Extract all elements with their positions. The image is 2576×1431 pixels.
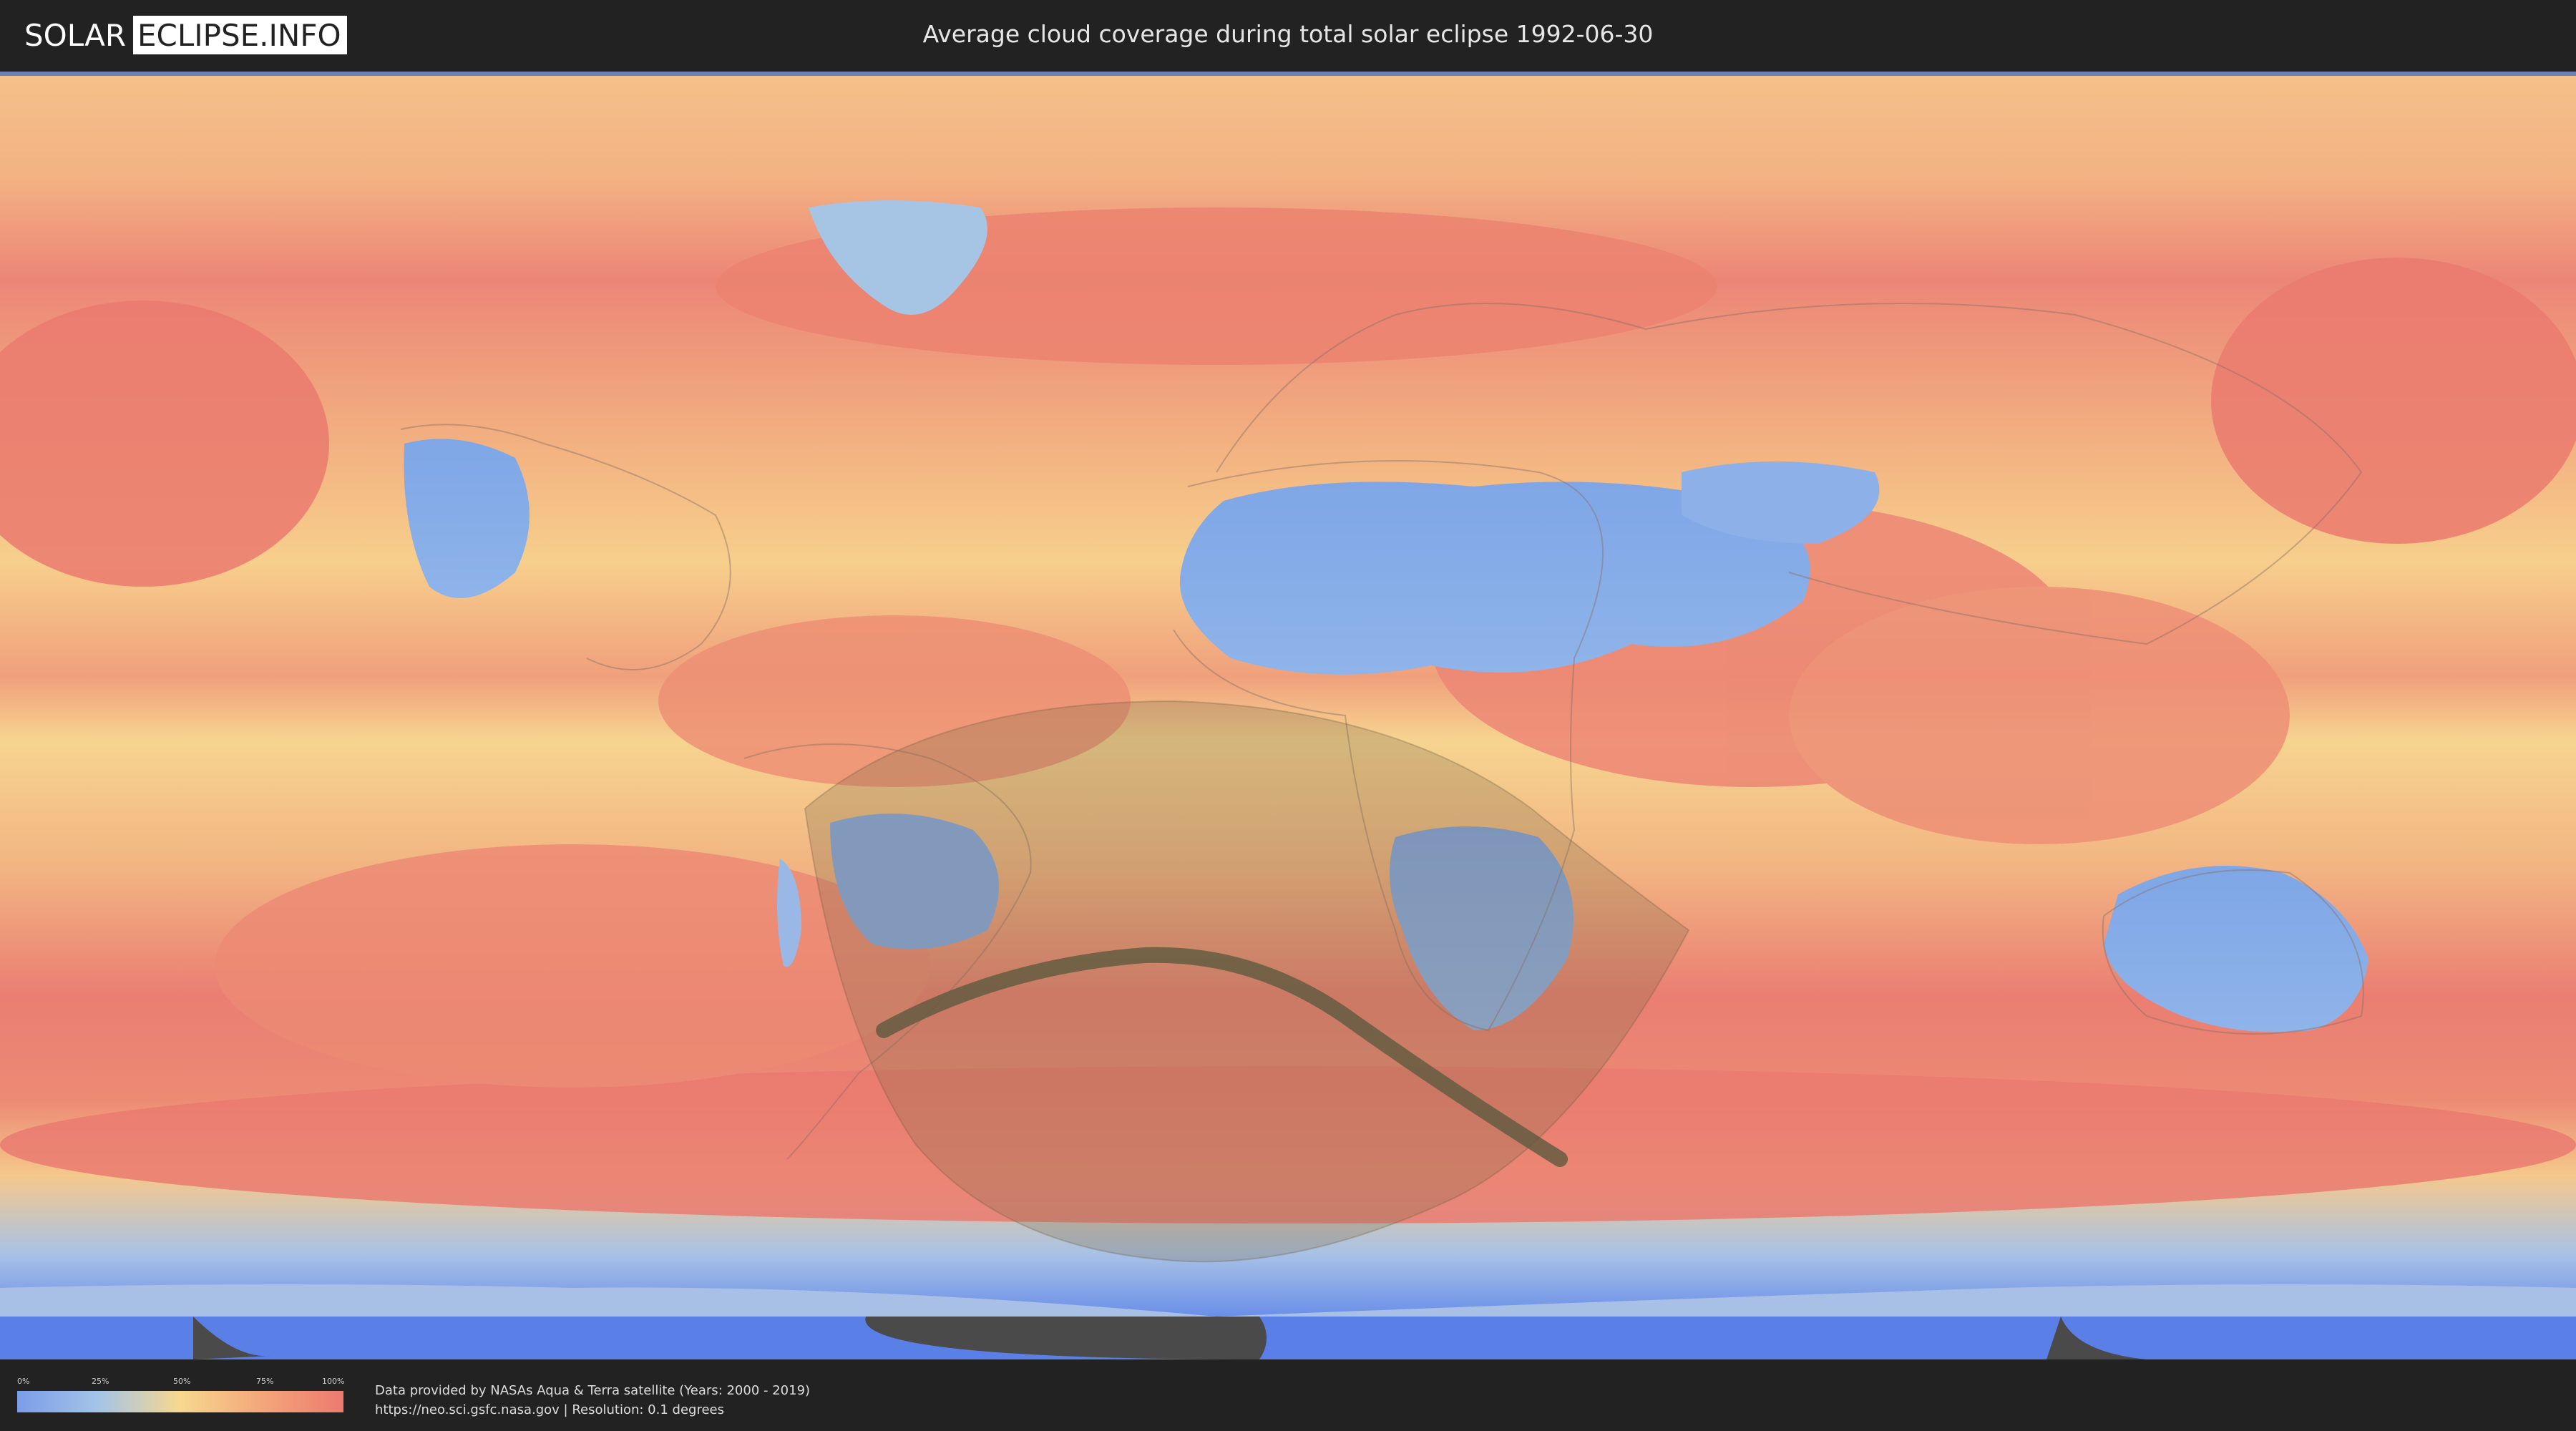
legend-tick-25: 25% (92, 1377, 109, 1386)
data-credits: Data provided by NASAs Aqua & Terra sate… (375, 1381, 810, 1420)
legend-tick-0: 0% (17, 1377, 30, 1386)
credits-source: Data provided by NASAs Aqua & Terra sate… (375, 1383, 811, 1398)
footer-bar: 0% 25% 50% 75% 100% Data provided by NAS… (0, 1359, 2576, 1431)
legend-tick-50: 50% (173, 1377, 191, 1386)
page-title: Average cloud coverage during total sola… (922, 20, 1654, 48)
cloud-coverage-map (0, 72, 2576, 1359)
legend-tick-75: 75% (256, 1377, 274, 1386)
map-canvas (0, 72, 2576, 1359)
legend-color-bar (17, 1391, 343, 1412)
credits-url[interactable]: https://neo.sci.gsfc.nasa.gov | Resoluti… (375, 1400, 810, 1420)
header-bar: SOLAR ECLIPSE.INFO Average cloud coverag… (0, 0, 2576, 72)
legend-tick-100: 100% (322, 1377, 345, 1386)
